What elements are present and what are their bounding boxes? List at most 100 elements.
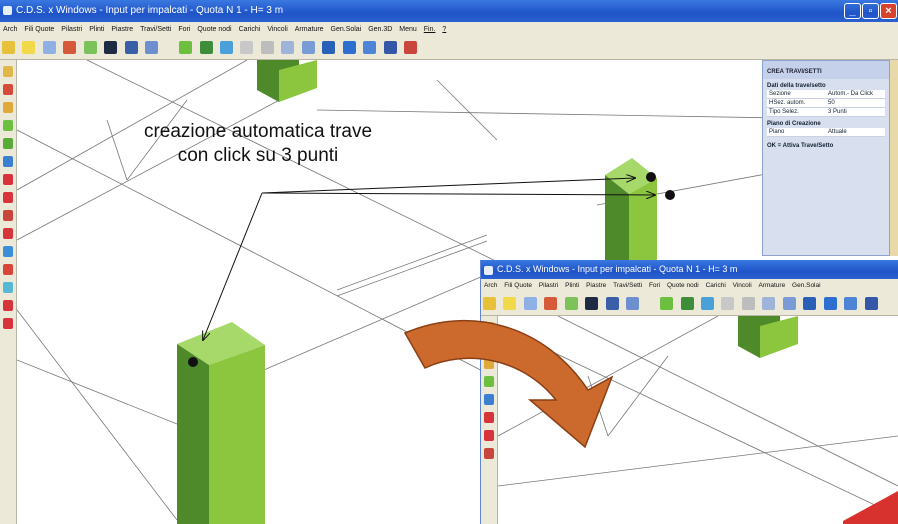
snap-tool-icon[interactable]	[503, 297, 517, 310]
panel-row-sezione[interactable]: Sezione Autom.- Da Click	[767, 90, 885, 99]
menu-item-pilastri[interactable]: Pilastri	[539, 282, 559, 289]
row-value[interactable]: 3 Punti	[826, 108, 885, 116]
rotate-icon[interactable]	[782, 297, 796, 310]
pen-tool-icon[interactable]	[564, 297, 578, 310]
layers-icon[interactable]	[363, 41, 377, 54]
zoom-in-icon[interactable]	[721, 297, 735, 310]
row-value[interactable]: Attuale	[826, 128, 885, 136]
left-tool-13-icon[interactable]	[3, 282, 13, 293]
menu-item-armature[interactable]: Armature	[758, 282, 785, 289]
grid-icon[interactable]	[626, 297, 640, 310]
view-3d-icon[interactable]	[281, 41, 295, 54]
view-3d-icon[interactable]	[762, 297, 776, 310]
zoom-in-icon[interactable]	[240, 41, 254, 54]
menu-item-plinti[interactable]: Plinti	[89, 26, 104, 33]
menu-item-quote-nodi[interactable]: Quote nodi	[197, 26, 231, 33]
plinth-tool-icon[interactable]	[219, 41, 233, 54]
left-tool-4-icon[interactable]	[3, 120, 13, 131]
pointer-tool-icon[interactable]	[42, 41, 56, 54]
save-icon[interactable]	[605, 297, 619, 310]
menu-item-travi-setti[interactable]: Travi/Setti	[613, 282, 642, 289]
menu-item-quote-nodi[interactable]: Quote nodi	[667, 282, 699, 289]
menu-item-gen-3d[interactable]: Gen.3D	[368, 26, 392, 33]
save-icon[interactable]	[124, 41, 138, 54]
menu-item-menu[interactable]: Menu	[399, 26, 417, 33]
menu-item-travi-setti[interactable]: Travi/Setti	[140, 26, 171, 33]
menu-item-fili-quote[interactable]: Fili Quote	[504, 282, 532, 289]
panel-side-tabs[interactable]	[890, 60, 898, 256]
select-tool-icon[interactable]	[483, 297, 496, 310]
maximize-button[interactable]: ▫	[862, 3, 879, 19]
paint-icon[interactable]	[823, 297, 837, 310]
menu-item-piastre[interactable]: Piastre	[111, 26, 133, 33]
beam-tool-icon[interactable]	[199, 41, 213, 54]
menu-item-piastre[interactable]: Piastre	[586, 282, 606, 289]
brush-icon[interactable]	[803, 297, 817, 310]
grid-icon[interactable]	[145, 41, 159, 54]
left-tool-8-icon[interactable]	[484, 448, 494, 459]
left-tool-7-icon[interactable]	[484, 430, 494, 441]
menu-item-carichi[interactable]: Carichi	[706, 282, 726, 289]
left-tool-5-icon[interactable]	[484, 394, 494, 405]
layers-icon[interactable]	[844, 297, 858, 310]
menu-item-fori[interactable]: Fori	[649, 282, 660, 289]
second-drawing-canvas[interactable]	[498, 316, 898, 524]
left-tool-6-icon[interactable]	[3, 156, 13, 167]
menu-item-arch[interactable]: Arch	[3, 26, 17, 33]
ok-activate-button[interactable]: OK = Attiva Trave/Setto	[767, 143, 885, 149]
menu-item-fili-quote[interactable]: Fili Quote	[24, 26, 54, 33]
camera-icon[interactable]	[104, 41, 118, 54]
menu-item-armature[interactable]: Armature	[295, 26, 324, 33]
beam-tool-icon[interactable]	[680, 297, 694, 310]
row-value[interactable]: Autom.- Da Click	[826, 90, 885, 98]
menu-item-plinti[interactable]: Plinti	[565, 282, 579, 289]
left-tool-7-icon[interactable]	[3, 174, 13, 185]
left-tool-14-icon[interactable]	[3, 300, 13, 311]
left-tool-2-icon[interactable]	[484, 340, 494, 351]
panel-row-hsez[interactable]: HSez. autom. 50	[767, 99, 885, 108]
menu-item-fori[interactable]: Fori	[178, 26, 190, 33]
pen-tool-icon[interactable]	[83, 41, 97, 54]
paint-icon[interactable]	[342, 41, 356, 54]
panel-row-piano[interactable]: Piano Attuale	[767, 128, 885, 137]
left-tool-5-icon[interactable]	[3, 138, 13, 149]
left-tool-15-icon[interactable]	[3, 318, 13, 329]
left-tool-1-icon[interactable]	[3, 66, 13, 77]
print-icon[interactable]	[864, 297, 878, 310]
left-tool-8-icon[interactable]	[3, 192, 13, 203]
left-tool-3-icon[interactable]	[484, 358, 494, 369]
left-tool-2-icon[interactable]	[3, 84, 13, 95]
row-value[interactable]: 50	[826, 99, 885, 107]
panel-row-tipo-selez[interactable]: Tipo Selez. 3 Punti	[767, 108, 885, 117]
left-tool-3-icon[interactable]	[3, 102, 13, 113]
draw-tool-icon[interactable]	[544, 297, 558, 310]
left-tool-6-icon[interactable]	[484, 412, 494, 423]
snap-tool-icon[interactable]	[22, 41, 36, 54]
menu-item-arch[interactable]: Arch	[484, 282, 497, 289]
plinth-tool-icon[interactable]	[700, 297, 714, 310]
pillar-tool-icon[interactable]	[660, 297, 674, 310]
exit-icon[interactable]	[404, 41, 418, 54]
left-tool-4-icon[interactable]	[484, 376, 494, 387]
menu-item-help[interactable]: ?	[442, 26, 446, 33]
zoom-out-icon[interactable]	[260, 41, 274, 54]
rotate-icon[interactable]	[301, 41, 315, 54]
minimize-button[interactable]: _	[844, 3, 861, 19]
menu-item-vincoli[interactable]: Vincoli	[267, 26, 288, 33]
left-tool-11-icon[interactable]	[3, 246, 13, 257]
select-tool-icon[interactable]	[2, 41, 15, 54]
menu-item-gen-solai[interactable]: Gen.Solai	[331, 26, 362, 33]
zoom-out-icon[interactable]	[741, 297, 755, 310]
left-tool-1-icon[interactable]	[484, 322, 494, 333]
camera-icon[interactable]	[585, 297, 599, 310]
left-tool-10-icon[interactable]	[3, 228, 13, 239]
brush-icon[interactable]	[322, 41, 336, 54]
menu-item-pilastri[interactable]: Pilastri	[61, 26, 82, 33]
menu-item-carichi[interactable]: Carichi	[239, 26, 261, 33]
menu-item-vincoli[interactable]: Vincoli	[733, 282, 752, 289]
left-tool-9-icon[interactable]	[3, 210, 13, 221]
left-tool-12-icon[interactable]	[3, 264, 13, 275]
draw-tool-icon[interactable]	[63, 41, 77, 54]
pillar-tool-icon[interactable]	[179, 41, 193, 54]
print-icon[interactable]	[383, 41, 397, 54]
